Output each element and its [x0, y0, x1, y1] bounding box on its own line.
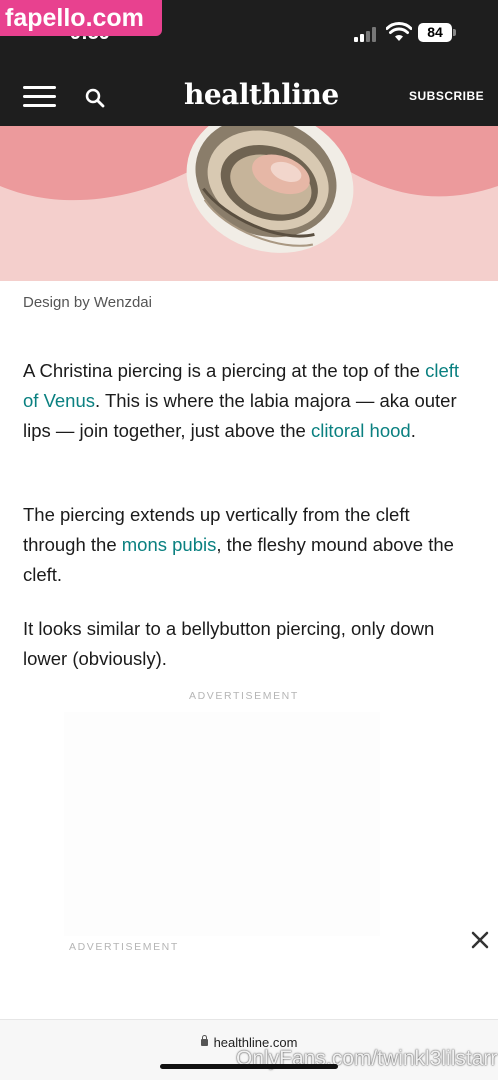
link-mons-pubis[interactable]: mons pubis	[122, 534, 217, 555]
article-paragraph-1: A Christina piercing is a piercing at th…	[23, 356, 475, 446]
article-paragraph-2: The piercing extends up vertically from …	[23, 500, 475, 590]
search-button[interactable]	[84, 87, 106, 109]
link-clitoral-hood[interactable]: clitoral hood	[311, 420, 411, 441]
article-paragraph-3: It looks similar to a bellybutton pierci…	[23, 618, 435, 669]
paragraph-text: A Christina piercing is a piercing at th…	[23, 360, 426, 381]
hero-image	[0, 126, 498, 281]
advertisement-slot[interactable]	[64, 712, 380, 936]
lock-icon	[200, 1035, 208, 1046]
wifi-icon	[386, 22, 412, 41]
cell-signal-icon	[354, 26, 380, 42]
home-indicator[interactable]	[160, 1064, 338, 1069]
advertisement-label: ADVERTISEMENT	[189, 690, 299, 702]
close-icon[interactable]	[470, 930, 490, 950]
subscribe-button[interactable]: SUBSCRIBE	[409, 89, 484, 103]
battery-tip	[453, 29, 456, 36]
paragraph-text: .	[410, 420, 416, 441]
advertisement-label: ADVERTISEMENT	[69, 941, 179, 953]
watermark-top: fapello.com	[0, 0, 162, 36]
image-caption: Design by Wenzdai	[23, 294, 152, 311]
menu-button[interactable]	[23, 86, 56, 108]
oyster-illustration	[0, 126, 498, 281]
healthline-logo[interactable]: healthline	[184, 78, 339, 111]
battery-icon: 84	[418, 23, 452, 42]
